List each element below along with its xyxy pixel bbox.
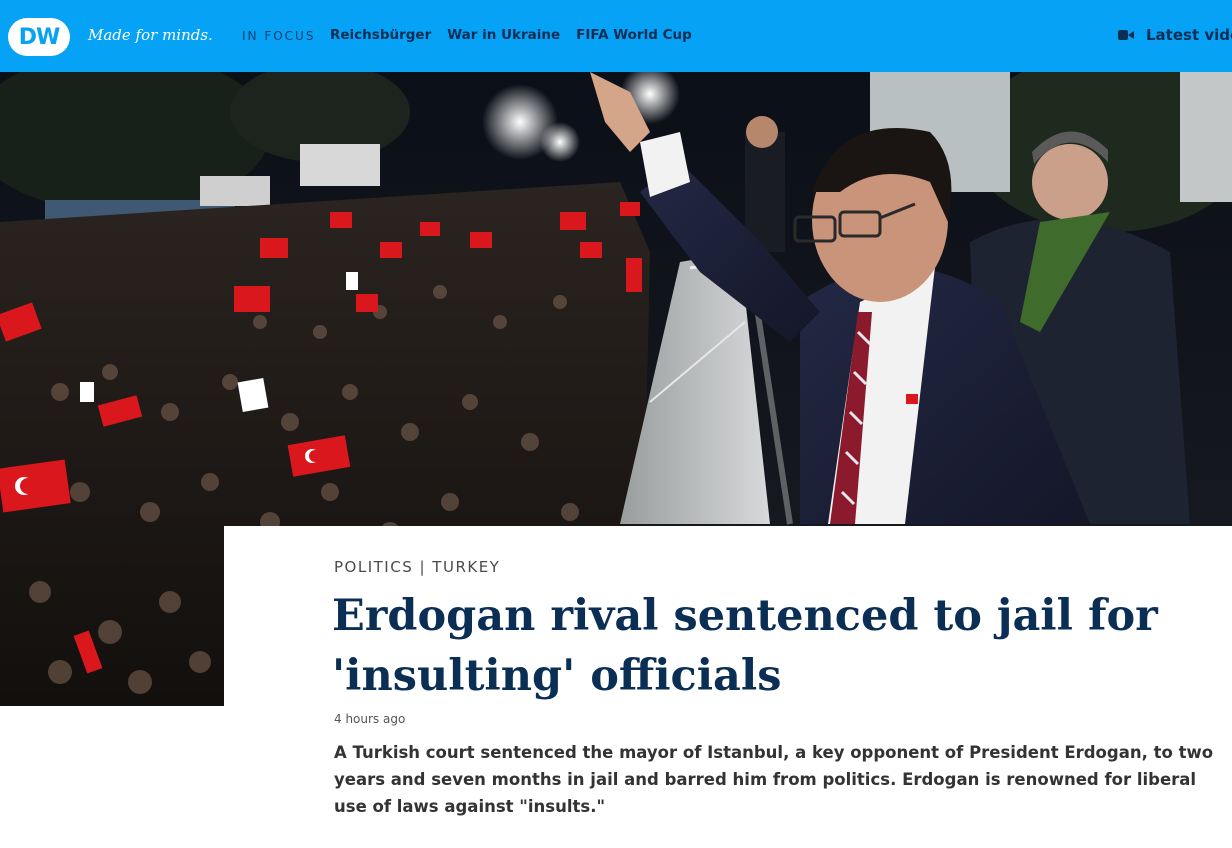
in-focus-label: IN FOCUS xyxy=(242,29,316,43)
latest-videos-label: Latest vide xyxy=(1146,26,1232,44)
nav-link-reichsburger[interactable]: Reichsbürger xyxy=(330,27,431,43)
article-category[interactable]: POLITICS | TURKEY xyxy=(334,558,500,576)
article-teaser-text: A Turkish court sentenced the mayor of I… xyxy=(334,743,1214,816)
article-teaser-card: POLITICS | TURKEY Erdogan rival sentence… xyxy=(224,526,1232,848)
nav-link-war-in-ukraine[interactable]: War in Ukraine xyxy=(447,27,560,43)
brand-tagline: Made for minds. xyxy=(88,26,213,44)
video-camera-icon xyxy=(1118,29,1134,41)
article-headline[interactable]: Erdogan rival sentenced to jail for 'ins… xyxy=(332,586,1192,706)
dw-logo[interactable]: DW xyxy=(8,18,70,56)
top-navigation-bar: DW Made for minds. IN FOCUS Reichsbürger… xyxy=(0,0,1232,72)
nav-link-fifa-world-cup[interactable]: FIFA World Cup xyxy=(576,27,692,43)
latest-videos-link[interactable]: Latest vide xyxy=(1118,26,1232,44)
article-timestamp: 4 hours ago xyxy=(334,712,406,726)
dw-logo-text: DW xyxy=(18,24,61,50)
focus-topics: Reichsbürger War in Ukraine FIFA World C… xyxy=(330,27,692,43)
